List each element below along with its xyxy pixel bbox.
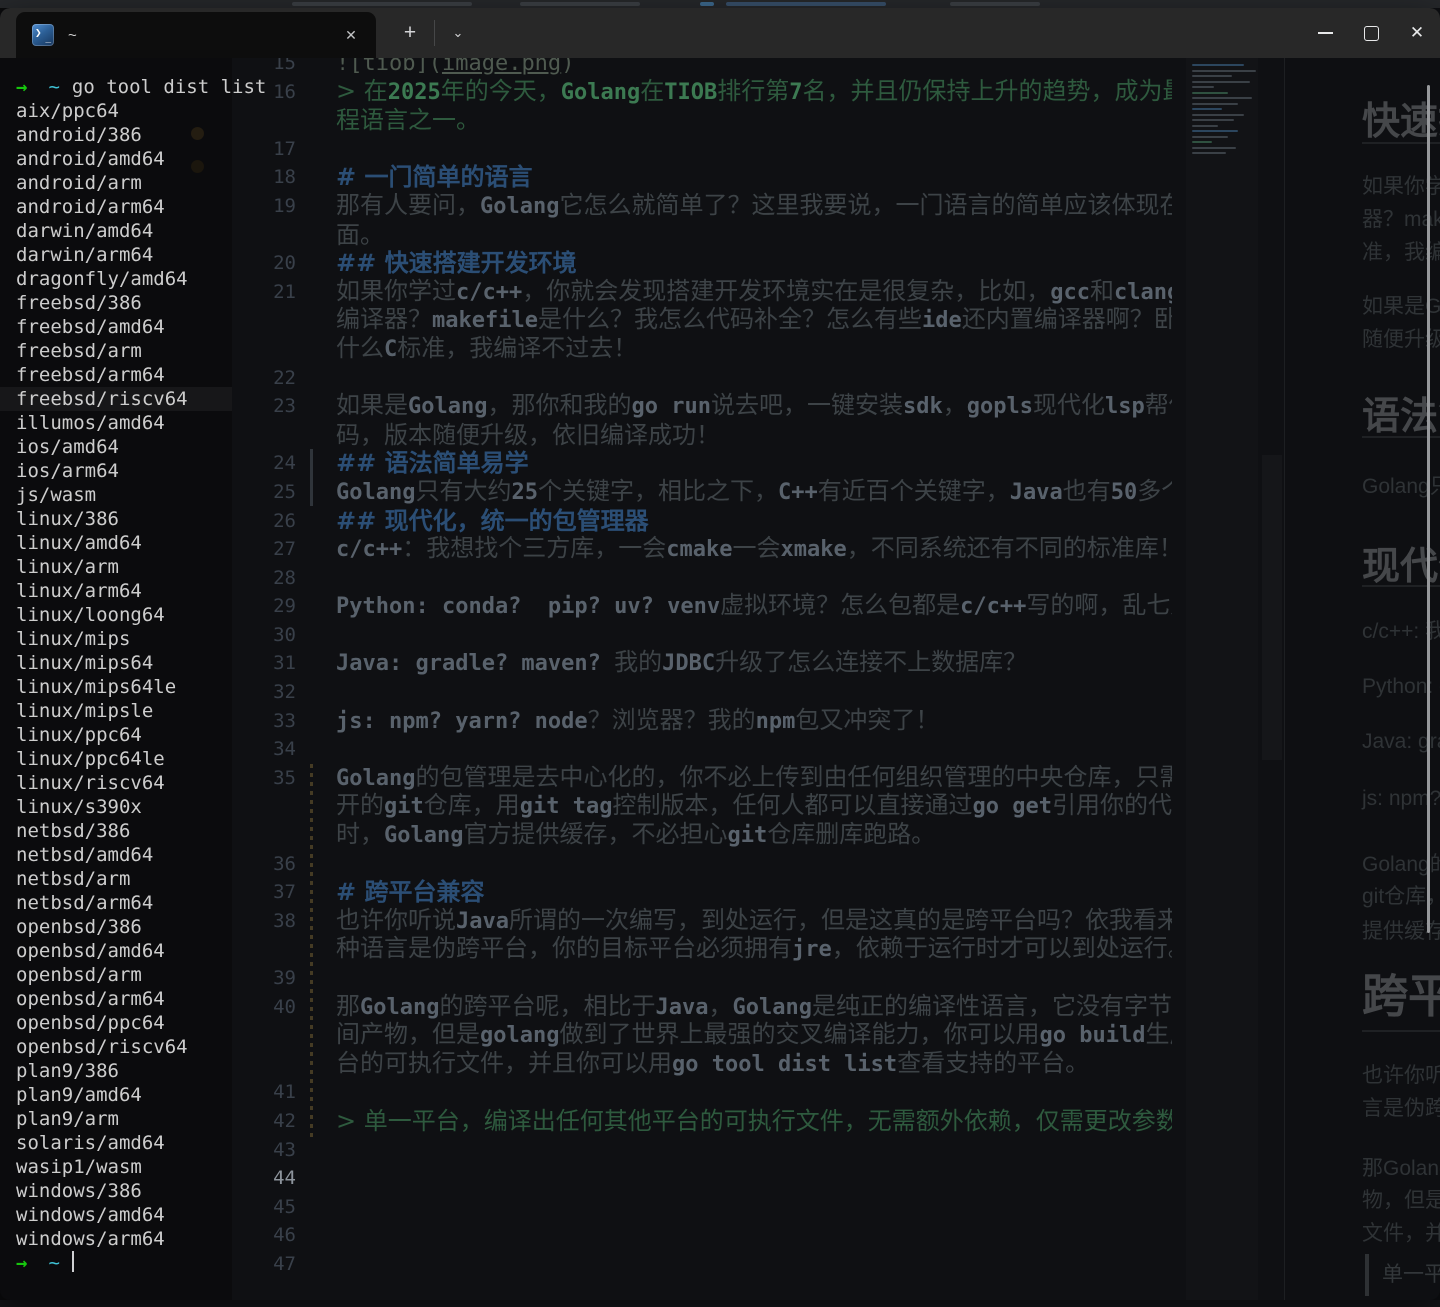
platform-output-line: illumos/amd64: [16, 411, 1440, 435]
platform-output-line: openbsd/riscv64: [16, 1035, 1440, 1059]
platform-output-line: netbsd/amd64: [16, 843, 1440, 867]
breadcrumb-file-icon: [700, 2, 714, 6]
platform-output-line: ios/amd64: [16, 435, 1440, 459]
platform-output-line: openbsd/ppc64: [16, 1011, 1440, 1035]
platform-output-line: plan9/amd64: [16, 1083, 1440, 1107]
breadcrumb-smudge: [520, 2, 640, 6]
platform-output-line: netbsd/arm64: [16, 891, 1440, 915]
tab-title: ~: [68, 27, 77, 44]
close-button[interactable]: ✕: [1394, 8, 1440, 58]
breadcrumb-smudge: [950, 2, 1040, 6]
tab-bar-separator: [434, 20, 435, 46]
window-controls: ✕: [1302, 8, 1440, 58]
platform-output-line: linux/mips: [16, 627, 1440, 651]
platform-output-line: linux/loong64: [16, 603, 1440, 627]
platform-output-line: android/arm64: [16, 195, 1440, 219]
maximize-icon: [1364, 26, 1379, 41]
prompt-arrow: →: [16, 76, 27, 98]
platform-output-line: linux/mipsle: [16, 699, 1440, 723]
platform-output-line: windows/arm64: [16, 1227, 1440, 1251]
platform-output-line: android/amd64: [16, 147, 1440, 171]
screen: 15![tiob](image.png)16> 在2025年的今天，Golang…: [0, 0, 1440, 1307]
platform-output-line: linux/386: [16, 507, 1440, 531]
platform-output-line: darwin/amd64: [16, 219, 1440, 243]
prompt-path: ~: [48, 76, 59, 98]
platform-output-line: freebsd/386: [16, 291, 1440, 315]
minimize-icon: [1318, 32, 1333, 34]
platform-output-line: ios/arm64: [16, 459, 1440, 483]
platform-output-line: darwin/arm64: [16, 243, 1440, 267]
platform-output-line: openbsd/amd64: [16, 939, 1440, 963]
platform-output-line: linux/arm: [16, 555, 1440, 579]
terminal-window: ~ ✕ + ⌄ ✕ →~go tool dist listaix/ppc64an…: [0, 8, 1440, 1300]
terminal-tab[interactable]: ~ ✕: [16, 12, 376, 58]
platform-output-line: dragonfly/amd64: [16, 267, 1440, 291]
platform-output-line: linux/mips64: [16, 651, 1440, 675]
minimize-button[interactable]: [1302, 8, 1348, 58]
platform-output-line: aix/ppc64: [16, 99, 1440, 123]
platform-output-line: solaris/amd64: [16, 1131, 1440, 1155]
platform-output-line: windows/amd64: [16, 1203, 1440, 1227]
platform-output-line: linux/ppc64: [16, 723, 1440, 747]
platform-output-line: linux/riscv64: [16, 771, 1440, 795]
platform-output-line: linux/amd64: [16, 531, 1440, 555]
platform-output-line: windows/386: [16, 1179, 1440, 1203]
background-bottom-strip: [0, 1300, 1440, 1307]
prompt-path: ~: [48, 1252, 59, 1274]
platform-output-line: linux/mips64le: [16, 675, 1440, 699]
close-icon: ✕: [1410, 23, 1424, 43]
background-editor-breadcrumb-bar: [0, 0, 1440, 8]
platform-output-line: freebsd/arm: [16, 339, 1440, 363]
platform-output-line: freebsd/arm64: [16, 363, 1440, 387]
tab-close-icon[interactable]: ✕: [338, 22, 364, 48]
terminal-prompt-line: →~: [16, 1251, 1440, 1275]
maximize-button[interactable]: [1348, 8, 1394, 58]
tab-dropdown-button[interactable]: ⌄: [444, 19, 472, 47]
platform-output-line: wasip1/wasm: [16, 1155, 1440, 1179]
platform-output-line: freebsd/riscv64: [0, 387, 232, 411]
platform-output-line: openbsd/arm64: [16, 987, 1440, 1011]
command-text: go tool dist list: [72, 76, 266, 98]
terminal-content[interactable]: →~go tool dist listaix/ppc64android/386a…: [0, 58, 1440, 1300]
platform-output-line: plan9/arm: [16, 1107, 1440, 1131]
platform-output-line: plan9/386: [16, 1059, 1440, 1083]
platform-output-line: netbsd/arm: [16, 867, 1440, 891]
platform-output-line: openbsd/386: [16, 915, 1440, 939]
breadcrumb-smudge: [726, 2, 886, 6]
platform-output-line: linux/arm64: [16, 579, 1440, 603]
terminal-titlebar[interactable]: ~ ✕ + ⌄ ✕: [0, 8, 1440, 58]
platform-output-line: openbsd/arm: [16, 963, 1440, 987]
powershell-icon: [32, 24, 54, 46]
platform-output-line: linux/ppc64le: [16, 747, 1440, 771]
terminal-prompt-line: → ~ go tool dist list: [16, 75, 1440, 99]
breadcrumb-smudge: [292, 2, 472, 6]
prompt-arrow: →: [16, 1252, 27, 1274]
platform-output-line: netbsd/386: [16, 819, 1440, 843]
platform-output-line: js/wasm: [16, 483, 1440, 507]
terminal-cursor: [72, 1251, 74, 1272]
new-tab-button[interactable]: +: [396, 19, 424, 47]
platform-output-line: android/arm: [16, 171, 1440, 195]
platform-output-line: linux/s390x: [16, 795, 1440, 819]
platform-output-line: android/386: [16, 123, 1440, 147]
platform-output-line: freebsd/amd64: [16, 315, 1440, 339]
